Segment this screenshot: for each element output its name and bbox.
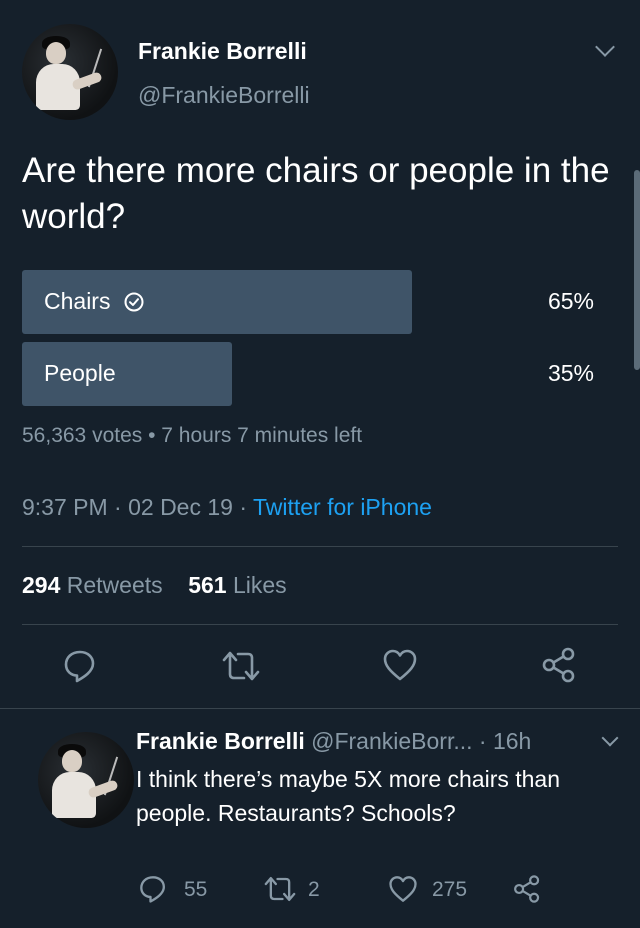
retweet-count: 2 (308, 878, 320, 901)
reply-count: 55 (184, 878, 208, 901)
retweet-icon[interactable] (220, 648, 262, 684)
poll-option-people: People 35% (22, 342, 622, 406)
author-handle[interactable]: @FrankieBorrelli (138, 82, 310, 109)
chevron-down-icon[interactable] (601, 729, 619, 747)
share-icon[interactable] (512, 874, 542, 904)
reply-icon[interactable] (138, 874, 168, 904)
share-icon[interactable] (540, 646, 578, 684)
poll-label: People (44, 360, 116, 386)
likes-count[interactable]: 561 (188, 572, 226, 598)
tweet-timestamp: 9:37 PM · 02 Dec 19 · Twitter for iPhone (22, 494, 432, 521)
divider (22, 624, 618, 625)
likes-label[interactable]: Likes (233, 572, 287, 598)
reply-icon[interactable] (62, 648, 98, 684)
heart-icon[interactable] (388, 874, 418, 904)
retweets-count[interactable]: 294 (22, 572, 60, 598)
poll-summary: 56,363 votes • 7 hours 7 minutes left (22, 424, 363, 447)
reply-text: I think there’s maybe 5X more chairs tha… (136, 766, 561, 826)
poll-percent: 35% (547, 360, 594, 386)
client-link[interactable]: Twitter for iPhone (253, 494, 432, 520)
avatar[interactable] (22, 24, 118, 120)
retweet-icon[interactable] (262, 874, 298, 904)
poll-label: Chairs (44, 288, 144, 315)
reply-author-name[interactable]: Frankie Borrelli (136, 728, 305, 754)
avatar[interactable] (38, 732, 134, 828)
reply-time: · 16h (478, 728, 532, 754)
retweets-label[interactable]: Retweets (67, 572, 163, 598)
tweet-text: Are there more chairs or people in the w… (22, 151, 610, 236)
scrollbar-thumb[interactable] (634, 170, 640, 370)
chevron-down-icon[interactable] (595, 37, 615, 57)
poll-percent: 65% (547, 288, 594, 314)
timestamp-text: 9:37 PM · 02 Dec 19 · (22, 494, 253, 520)
poll-option-chairs: Chairs 65% (22, 270, 622, 334)
reply-header: Frankie Borrelli @FrankieBorr... · 16h (136, 728, 531, 755)
like-count: 275 (432, 878, 468, 901)
reply-author-handle[interactable]: @FrankieBorr... (311, 728, 472, 754)
author-name[interactable]: Frankie Borrelli (138, 38, 307, 65)
check-circle-icon (124, 292, 144, 311)
heart-icon[interactable] (382, 648, 418, 682)
divider (0, 708, 640, 709)
tweet-stats: 294 Retweets 561 Likes (22, 572, 287, 599)
divider (22, 546, 618, 547)
